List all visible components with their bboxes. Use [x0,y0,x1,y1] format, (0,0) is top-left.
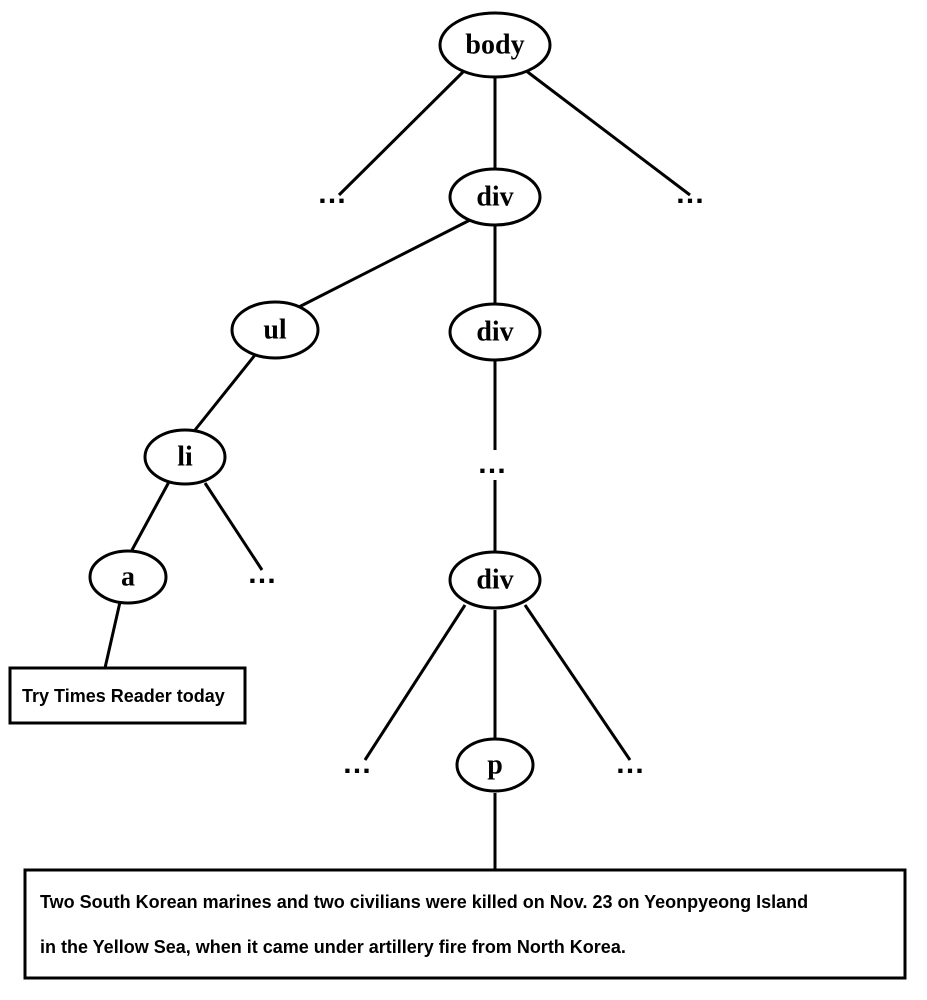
paragraph-line-2: in the Yellow Sea, when it came under ar… [40,937,626,957]
node-li-label: li [177,441,193,472]
node-body-label: body [465,29,524,60]
dom-tree-diagram: … … … … … … body div ul div li a div p [0,0,927,1000]
node-p: p [457,739,533,791]
paragraph-line-1: Two South Korean marines and two civilia… [40,892,808,912]
link-text: Try Times Reader today [22,686,225,706]
node-p-label: p [487,749,503,780]
ellipsis-div3-right: … [615,747,651,780]
paragraph-text-box: Two South Korean marines and two civilia… [25,870,905,978]
node-body: body [440,13,550,77]
node-div-1: div [450,169,540,225]
ellipsis-body-left: … [317,177,353,210]
node-div-2-label: div [476,316,513,347]
ellipsis-div2-child: … [477,447,513,480]
node-div-3: div [450,552,540,608]
ellipsis-li-right: … [247,557,283,590]
node-ul-label: ul [263,314,287,345]
node-a-label: a [121,561,135,592]
node-div-3-label: div [476,564,513,595]
link-text-box: Try Times Reader today [10,668,245,723]
node-ul: ul [232,302,318,358]
ellipsis-div3-left: … [342,747,378,780]
node-li: li [145,430,225,484]
ellipsis-body-right: … [675,177,711,210]
node-div-1-label: div [476,181,513,212]
node-a: a [90,551,166,603]
node-div-2: div [450,304,540,360]
